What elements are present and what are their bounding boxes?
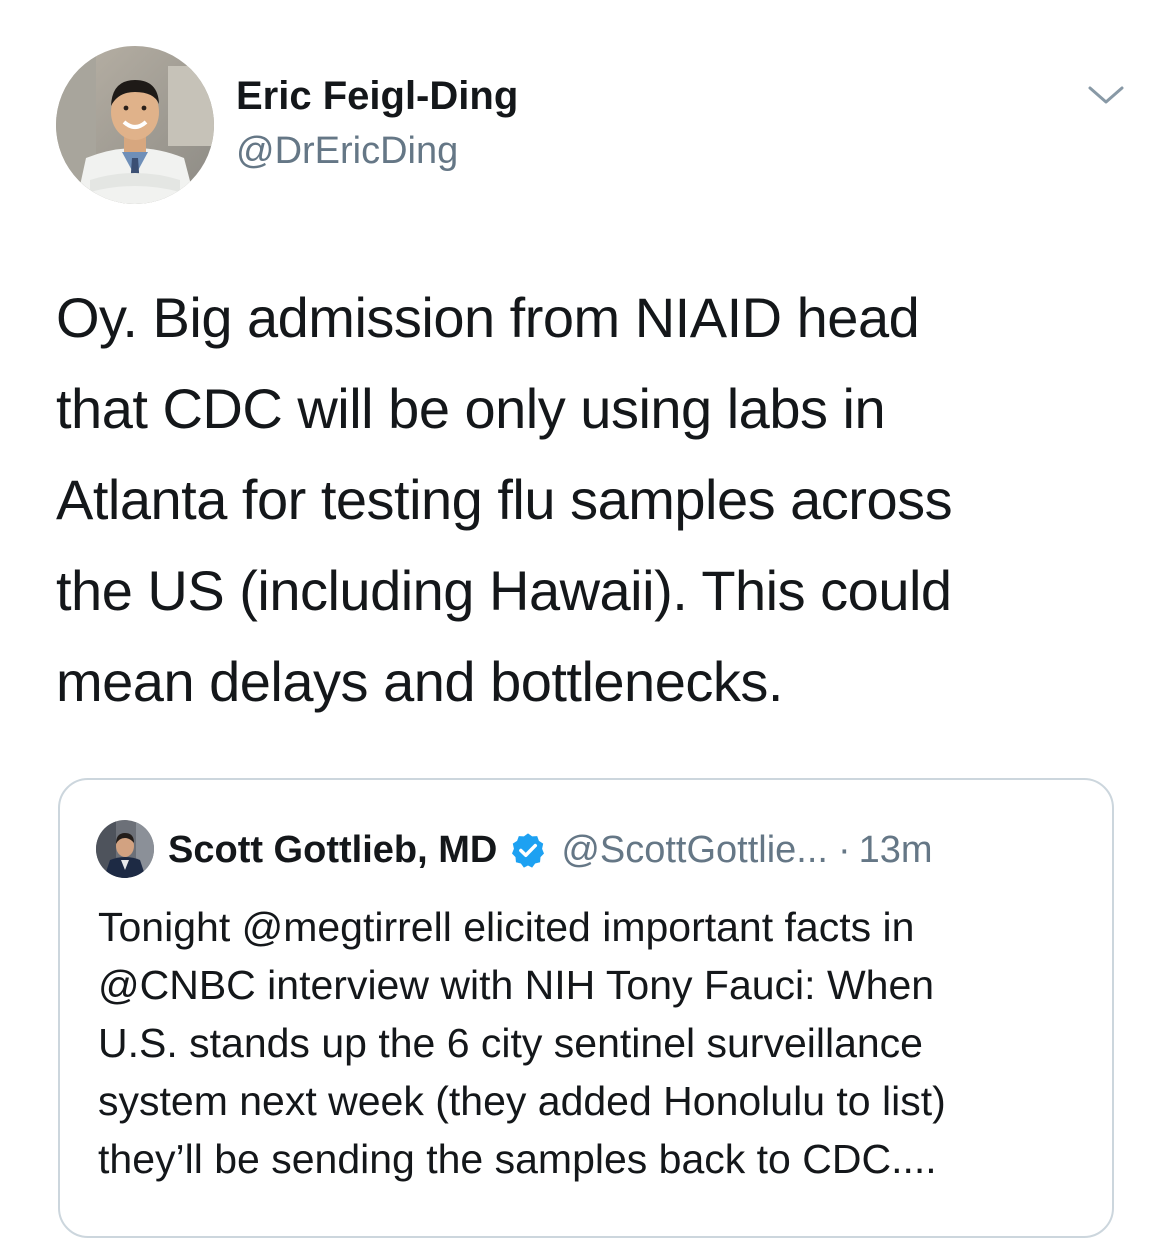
author-handle[interactable]: @DrEricDing (236, 128, 458, 174)
tweet-text-line: that CDC will be only using labs in (56, 377, 886, 440)
tweet-text-line: Atlanta for testing flu samples across (56, 468, 953, 531)
tweet-text-line: mean delays and bottlenecks. (56, 650, 783, 713)
quote-text-line: Tonight @megtirrell elicited important f… (98, 904, 915, 950)
tweet-card: Eric Feigl-Ding @DrEricDing Oy. Big admi… (0, 0, 1174, 1238)
profile-photo-icon (56, 46, 214, 204)
quote-text: Tonight @megtirrell elicited important f… (98, 898, 1098, 1188)
quoted-tweet[interactable]: Scott Gottlieb, MD @ScottGottlie... · 13… (58, 778, 1114, 1238)
verified-badge-icon (509, 831, 547, 869)
tweet-text-line: Oy. Big admission from NIAID head (56, 286, 920, 349)
chevron-down-icon[interactable] (1086, 80, 1126, 110)
quote-timestamp: 13m (858, 828, 933, 871)
separator-dot: · (837, 828, 851, 871)
quote-author-name: Scott Gottlieb, MD (168, 828, 498, 871)
quote-text-line: system next week (they added Honolulu to… (98, 1078, 946, 1124)
profile-photo-icon (96, 820, 154, 878)
quote-text-line: U.S. stands up the 6 city sentinel surve… (98, 1020, 923, 1066)
tweet-text: Oy. Big admission from NIAID head that C… (56, 272, 1136, 727)
author-name[interactable]: Eric Feigl-Ding (236, 72, 518, 120)
quote-text-line: they’ll be sending the samples back to C… (98, 1136, 937, 1182)
quote-author-avatar (96, 820, 154, 878)
tweet-text-line: the US (including Hawaii). This could (56, 559, 952, 622)
quote-text-line: @CNBC interview with NIH Tony Fauci: Whe… (98, 962, 935, 1008)
quote-author-handle: @ScottGottlie... (561, 828, 828, 871)
quote-header: Scott Gottlieb, MD @ScottGottlie... · 13… (168, 824, 933, 876)
author-avatar[interactable] (56, 46, 214, 204)
